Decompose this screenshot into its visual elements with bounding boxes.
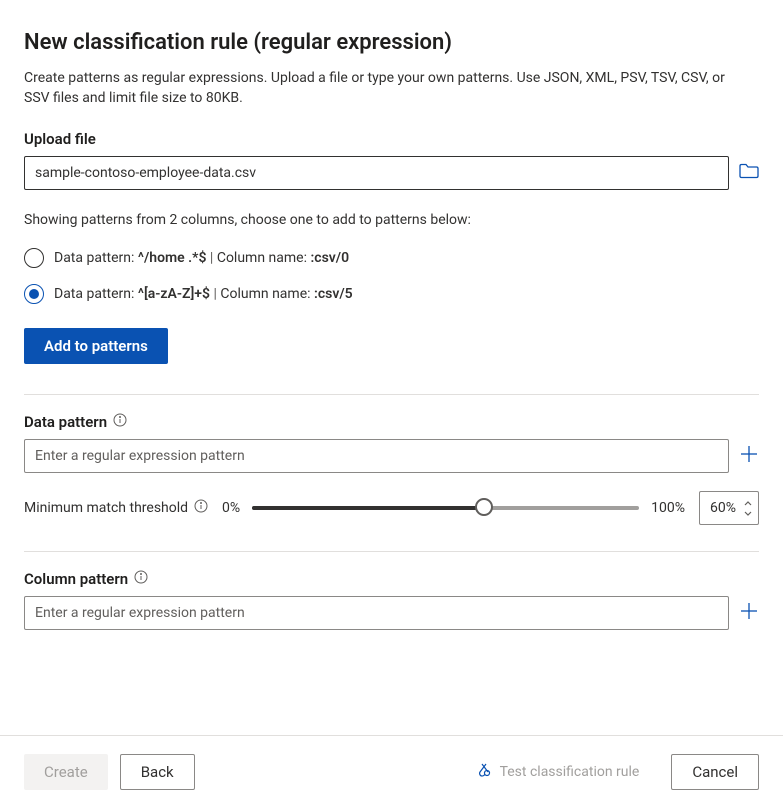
info-icon[interactable] bbox=[194, 499, 208, 517]
chevron-down-icon[interactable] bbox=[742, 508, 754, 518]
divider bbox=[24, 551, 759, 552]
info-icon[interactable] bbox=[134, 570, 148, 588]
info-icon[interactable] bbox=[113, 413, 127, 431]
threshold-max: 100% bbox=[651, 500, 685, 516]
test-classification-link: Test classification rule bbox=[476, 762, 640, 782]
divider bbox=[24, 394, 759, 395]
column-pattern-label: Column pattern bbox=[24, 570, 128, 588]
back-button[interactable]: Back bbox=[120, 754, 195, 790]
add-to-patterns-button[interactable]: Add to patterns bbox=[24, 328, 168, 364]
page-description: Create patterns as regular expressions. … bbox=[24, 69, 744, 108]
add-data-pattern-icon[interactable] bbox=[739, 444, 759, 468]
threshold-min: 0% bbox=[222, 500, 240, 516]
column-pattern-input[interactable] bbox=[24, 596, 729, 630]
cancel-button[interactable]: Cancel bbox=[671, 754, 759, 790]
create-button: Create bbox=[24, 754, 108, 790]
add-column-pattern-icon[interactable] bbox=[739, 601, 759, 625]
data-pattern-input[interactable] bbox=[24, 439, 729, 473]
threshold-spinner[interactable]: 60% bbox=[699, 491, 759, 525]
upload-file-input[interactable] bbox=[24, 156, 729, 190]
chevron-up-icon[interactable] bbox=[742, 498, 754, 508]
beaker-icon bbox=[476, 762, 492, 782]
threshold-slider[interactable] bbox=[252, 506, 639, 510]
pattern-option-1[interactable]: Data pattern: ^[a-zA-Z]+$ | Column name:… bbox=[24, 276, 759, 312]
folder-icon[interactable] bbox=[739, 163, 759, 183]
page-title: New classification rule (regular express… bbox=[24, 30, 759, 55]
pattern-option-0[interactable]: Data pattern: ^/home .*$ | Column name: … bbox=[24, 240, 759, 276]
radio-icon bbox=[24, 284, 44, 304]
data-pattern-label: Data pattern bbox=[24, 413, 107, 431]
upload-file-label: Upload file bbox=[24, 130, 759, 148]
threshold-label: Minimum match threshold bbox=[24, 500, 188, 516]
threshold-value: 60% bbox=[700, 500, 742, 516]
showing-columns-text: Showing patterns from 2 columns, choose … bbox=[24, 212, 759, 228]
radio-icon bbox=[24, 248, 44, 268]
